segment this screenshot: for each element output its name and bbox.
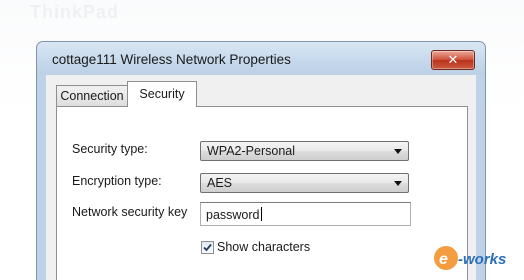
e-works-watermark: e -works [434,246,506,270]
tab-security[interactable]: Security [127,81,197,107]
network-security-key-label: Network security key [72,205,188,219]
security-type-value: WPA2-Personal [207,144,295,158]
dialog-title: cottage111 Wireless Network Properties [52,52,291,67]
chevron-down-icon [394,181,402,186]
security-type-label: Security type: [72,142,148,156]
security-type-dropdown[interactable]: WPA2-Personal [200,141,409,161]
security-tab-panel: Security type: WPA2-Personal Encryption … [56,106,468,280]
dialog-client-area: Connection Security Security type: WPA2-… [46,75,476,280]
dialog-title-bar[interactable]: cottage111 Wireless Network Properties ✕ [37,42,485,75]
encryption-type-dropdown[interactable]: AES [200,173,409,193]
background-faint-text: ThinkPad [30,2,120,22]
network-security-key-input[interactable]: password [200,202,411,226]
checkmark-icon [203,243,212,252]
watermark-works-text: -works [458,251,506,268]
wireless-properties-dialog: cottage111 Wireless Network Properties ✕… [36,41,486,280]
network-security-key-value: password [206,207,262,222]
show-characters-label[interactable]: Show characters [217,240,310,254]
encryption-type-value: AES [207,176,233,190]
tab-connection[interactable]: Connection [56,85,128,106]
chevron-down-icon [394,149,402,154]
close-button[interactable]: ✕ [431,50,475,70]
watermark-e-letter: e [439,251,448,268]
encryption-type-label: Encryption type: [72,174,162,188]
text-caret [260,207,262,221]
show-characters-checkbox[interactable] [201,241,214,254]
